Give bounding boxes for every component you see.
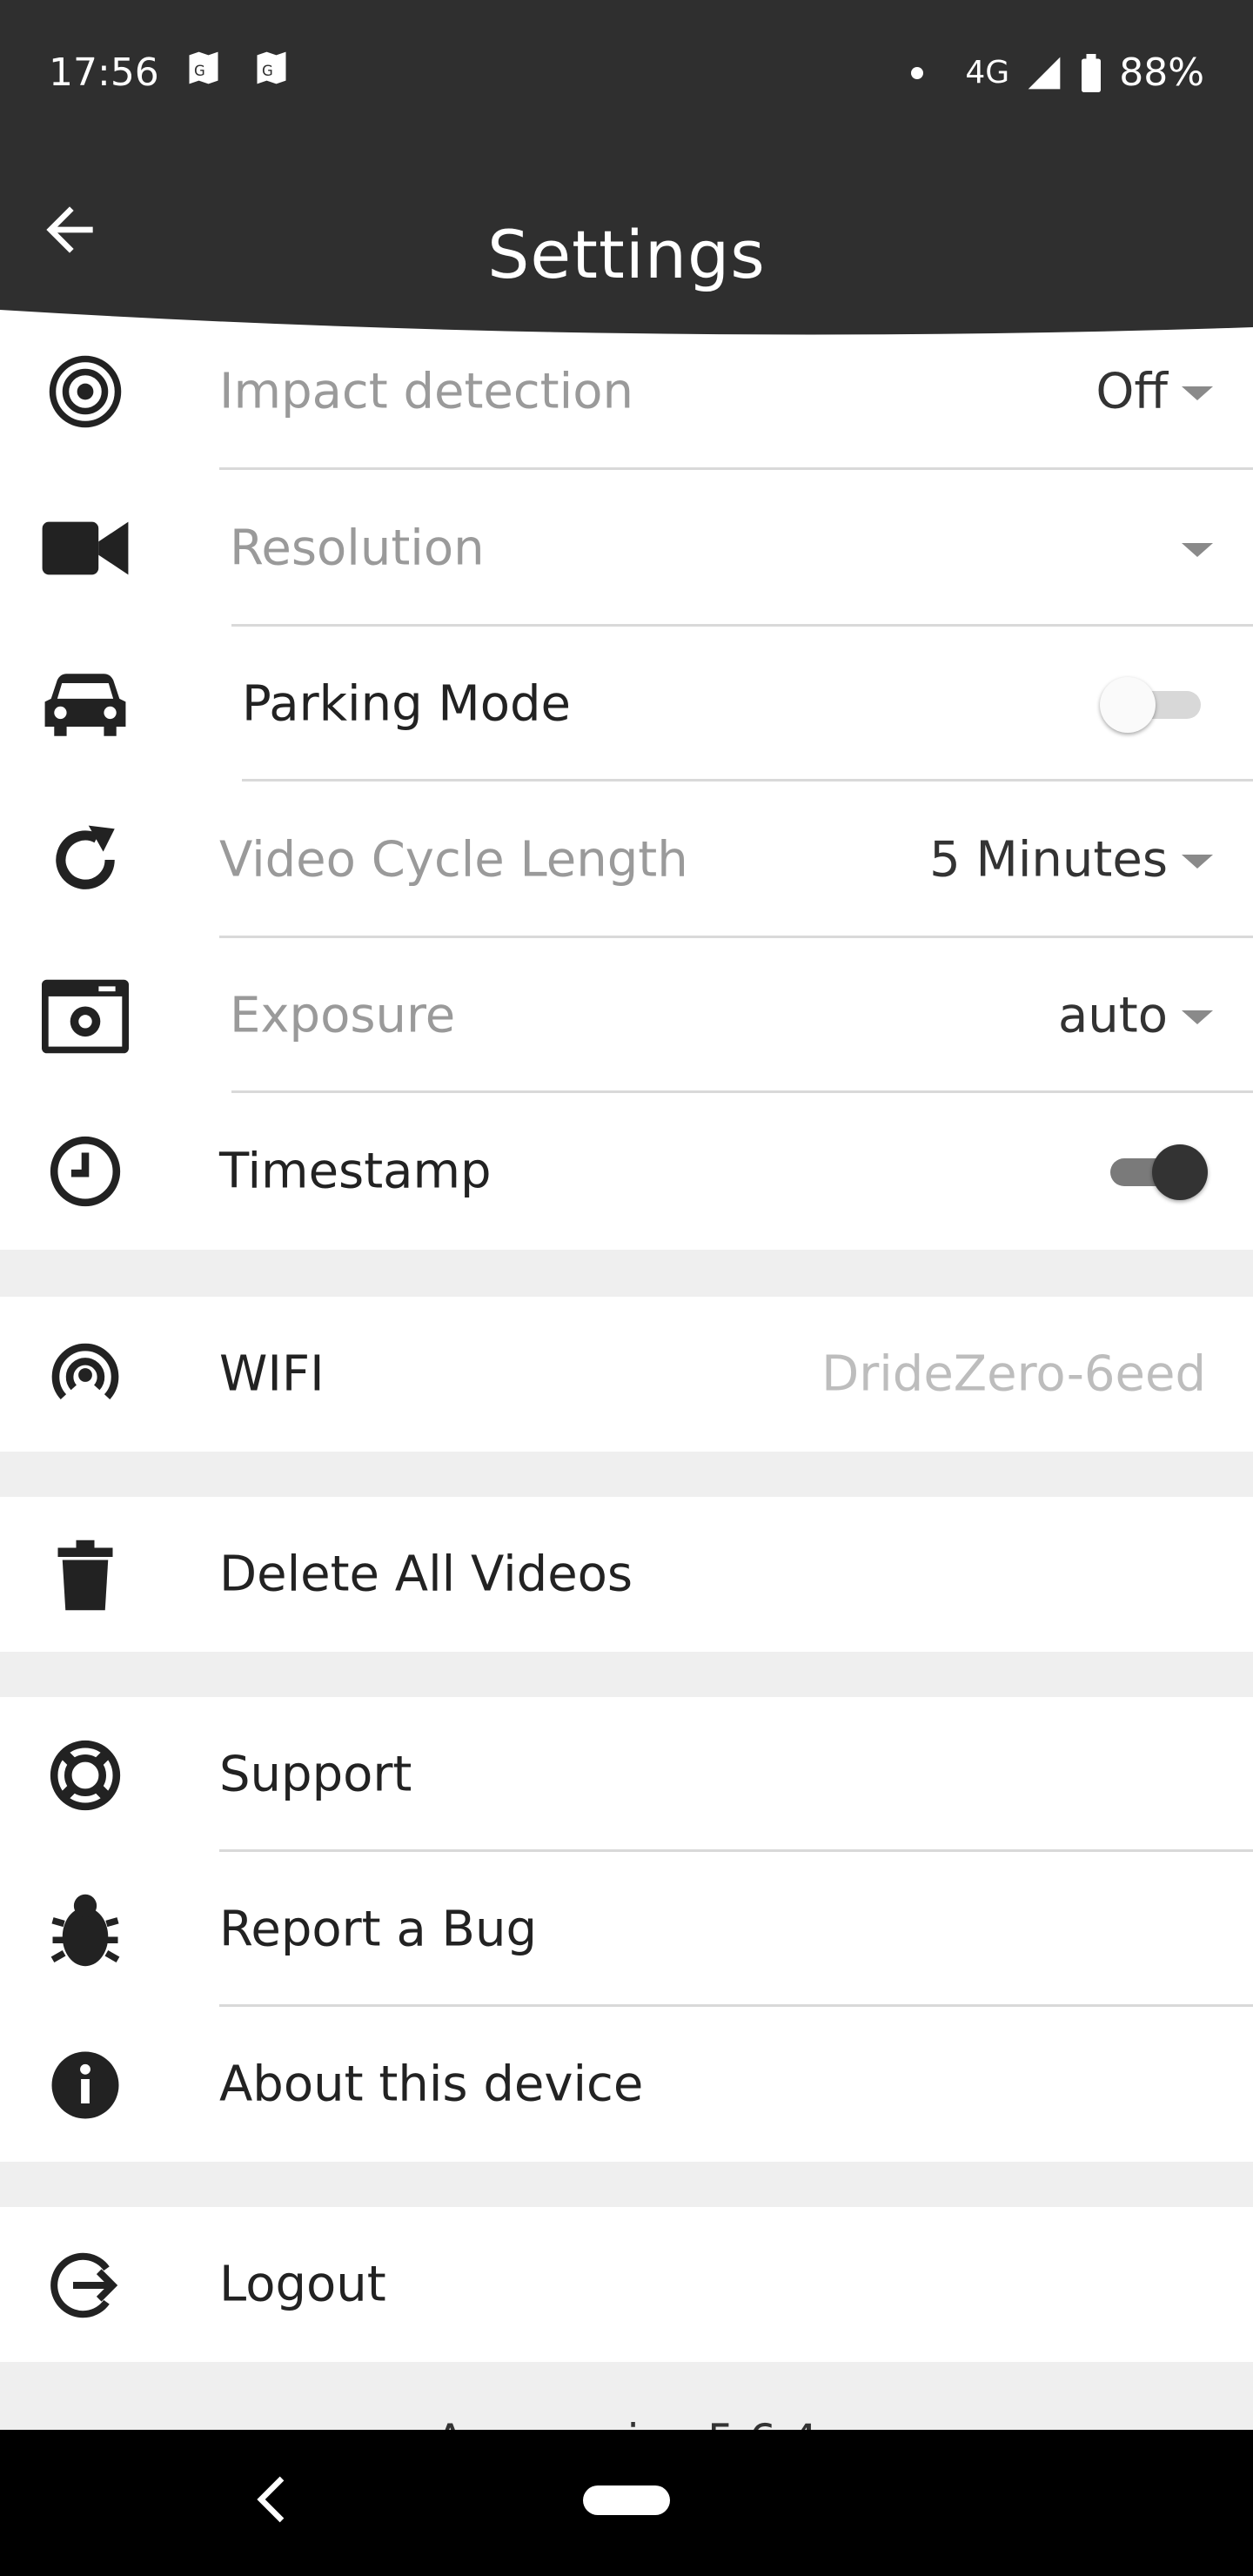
timestamp-row[interactable]: Timestamp (0, 1093, 1253, 1250)
battery-percent: 88% (1119, 50, 1204, 95)
toggle-knob (1100, 677, 1156, 733)
about-device-label: About this device (219, 2056, 644, 2113)
parking-mode-row[interactable]: Parking Mode (0, 627, 1253, 782)
target-icon (42, 352, 129, 431)
dropdown-caret-icon[interactable] (1182, 1010, 1213, 1024)
support-label: Support (219, 1746, 412, 1803)
wifi-label: WIFI (219, 1345, 325, 1403)
section-gap (0, 1452, 1253, 1497)
wifi-network-name: DrideZero-6eed (821, 1345, 1206, 1403)
wifi-icon (42, 1336, 129, 1414)
section-gap (0, 1652, 1253, 1697)
info-icon (42, 2046, 129, 2124)
delete-all-videos-label: Delete All Videos (219, 1546, 633, 1603)
dropdown-caret-icon[interactable] (1182, 543, 1213, 557)
exposure-value[interactable]: auto (1058, 988, 1168, 1044)
section-gap (0, 2162, 1253, 2207)
dropdown-caret-icon[interactable] (1182, 855, 1213, 869)
section-gap (0, 1250, 1253, 1297)
map-icon: G (257, 51, 286, 84)
logout-label: Logout (219, 2256, 386, 2313)
report-bug-row[interactable]: Report a Bug (0, 1852, 1253, 2007)
system-navigation-bar (0, 2430, 1253, 2576)
support-row[interactable]: Support (0, 1697, 1253, 1852)
dropdown-caret-icon[interactable] (1182, 386, 1213, 400)
exposure-row[interactable]: Exposure auto (0, 938, 1253, 1093)
map-icon: G (189, 51, 218, 84)
impact-detection-label: Impact detection (219, 363, 633, 420)
clock-icon (42, 1132, 129, 1211)
page-title: Settings (487, 216, 766, 293)
lifebuoy-icon (42, 1736, 129, 1815)
svg-text:G: G (194, 63, 205, 79)
impact-detection-value[interactable]: Off (1096, 364, 1168, 420)
impact-detection-row[interactable]: Impact detection Off (0, 313, 1253, 470)
battery-icon (1082, 53, 1102, 92)
bug-icon (42, 1891, 129, 1969)
timestamp-label: Timestamp (219, 1143, 492, 1200)
wifi-row[interactable]: WIFI DrideZero-6eed (0, 1297, 1253, 1452)
video-cycle-length-value[interactable]: 5 Minutes (929, 832, 1168, 889)
resolution-row[interactable]: Resolution (0, 470, 1253, 627)
network-type: 4G (965, 55, 1010, 91)
trash-icon (42, 1536, 129, 1614)
parking-mode-label: Parking Mode (242, 675, 571, 733)
status-bar: 17:56 G G 4G 88% (0, 0, 1253, 148)
svg-text:G: G (262, 63, 273, 79)
exposure-label: Exposure (230, 987, 456, 1044)
status-time: 17:56 (49, 50, 159, 95)
report-bug-label: Report a Bug (219, 1901, 538, 1958)
delete-all-videos-row[interactable]: Delete All Videos (0, 1497, 1253, 1652)
status-indicators: 4G 88% (911, 50, 1204, 95)
notification-dot (911, 66, 924, 79)
timestamp-toggle[interactable] (1100, 1141, 1208, 1202)
refresh-icon (42, 821, 129, 899)
signal-icon (1028, 57, 1061, 89)
logout-row[interactable]: Logout (0, 2207, 1253, 2362)
camera-icon (42, 977, 129, 1056)
video-cycle-length-label: Video Cycle Length (219, 831, 688, 889)
parking-mode-toggle[interactable] (1100, 674, 1208, 735)
nav-back-icon[interactable] (254, 2473, 289, 2526)
nav-home-pill[interactable] (583, 2485, 670, 2515)
about-device-row[interactable]: About this device (0, 2007, 1253, 2162)
video-camera-icon (42, 509, 129, 587)
video-cycle-length-row[interactable]: Video Cycle Length 5 Minutes (0, 782, 1253, 938)
logout-icon (42, 2246, 129, 2324)
toggle-knob (1152, 1144, 1208, 1200)
resolution-label: Resolution (230, 520, 485, 577)
car-icon (42, 666, 129, 744)
